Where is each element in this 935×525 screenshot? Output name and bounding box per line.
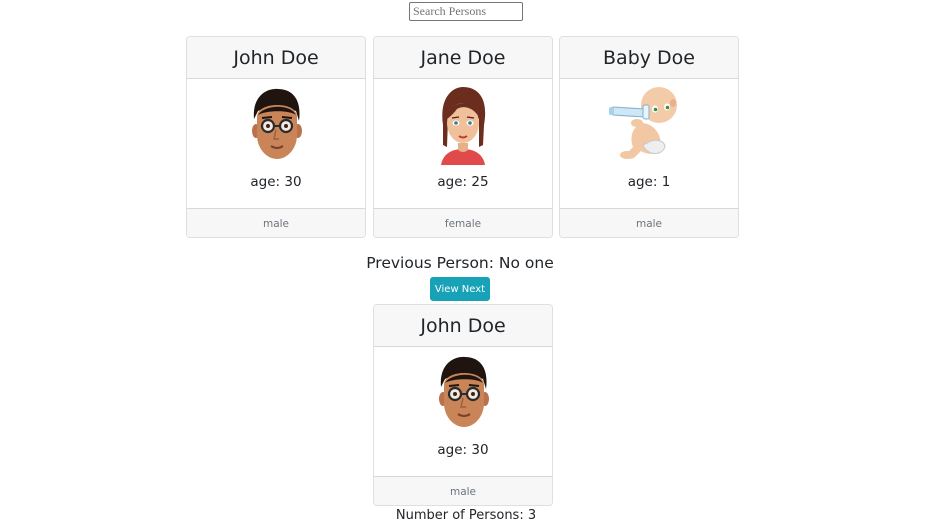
card-body: age: 25 (374, 79, 552, 208)
search-input[interactable] (409, 2, 523, 21)
woman-avatar (421, 83, 505, 165)
person-name: John Doe (374, 305, 552, 347)
person-card[interactable]: Jane Doe age: 25 female (373, 36, 553, 238)
baby-with-bottle-avatar (607, 83, 691, 165)
card-body: age: 30 (187, 79, 365, 208)
person-age: age: 30 (437, 442, 489, 458)
man-with-glasses-avatar (234, 83, 318, 165)
current-person-card[interactable]: John Doe age: 30 male (373, 304, 553, 506)
man-with-glasses-avatar (421, 351, 505, 433)
person-name: John Doe (187, 37, 365, 79)
person-card[interactable]: Baby Doe age: 1 male (559, 36, 739, 238)
person-name: Jane Doe (374, 37, 552, 79)
card-body: age: 30 (374, 347, 552, 476)
person-card[interactable]: John Doe age: 30 male (186, 36, 366, 238)
person-gender: female (374, 208, 552, 237)
person-count: Number of Persons: 3 (395, 508, 537, 523)
person-age: age: 30 (250, 174, 302, 190)
person-gender: male (560, 208, 738, 237)
view-next-button[interactable]: View Next (430, 277, 490, 301)
card-body: age: 1 (560, 79, 738, 208)
person-age: age: 1 (627, 174, 671, 190)
person-age: age: 25 (437, 174, 489, 190)
person-name: Baby Doe (560, 37, 738, 79)
person-gender: male (187, 208, 365, 237)
person-gender: male (374, 476, 552, 505)
previous-person-text: Previous Person: No one (366, 254, 554, 272)
